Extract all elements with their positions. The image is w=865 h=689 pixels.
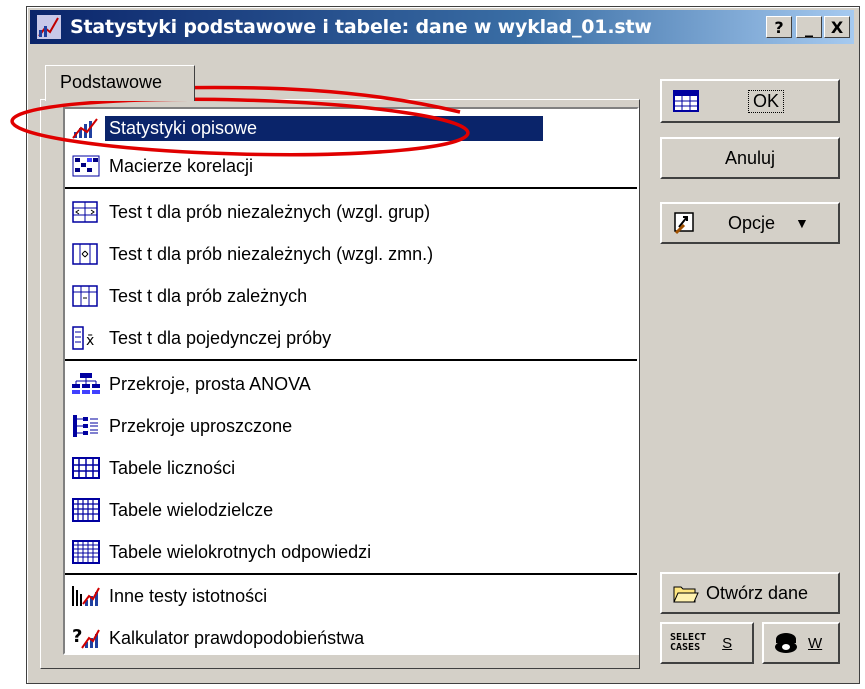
list-item-label: Macierze korelacji [109,155,254,176]
list-item-label: Tabele liczności [109,457,236,478]
list-item-label: Statystyki opisowe [104,114,544,142]
list-item-label: Inne testy istotności [109,585,268,606]
ttest-variables-icon [72,243,98,265]
list-item-przekroje-uproszczone[interactable]: Przekroje uproszczone [67,407,635,445]
list-item-label: Przekroje, prosta ANOVA [109,373,311,394]
crosstab-icon [72,498,100,522]
list-item-macierze-korelacji[interactable]: Macierze korelacji [67,147,635,185]
options-button[interactable]: Opcje ▼ [660,202,840,244]
folder-open-icon [673,586,699,603]
tab-podstawowe[interactable]: Podstawowe [45,65,195,101]
group-separator [65,187,637,189]
spreadsheet-icon [673,90,699,112]
list-item-tabele-licznosci[interactable]: Tabele liczności [67,449,635,487]
cancel-button-label: Anuluj [724,147,776,168]
multiple-response-icon [72,540,100,564]
list-item-test-t-grup[interactable]: Test t dla prób niezależnych (wzgl. grup… [67,193,635,231]
select-cases-key: S [722,634,733,652]
list-item-kalkulator[interactable]: ? Kalkulator prawdopodobieństwa [67,619,635,657]
group-separator [65,359,637,361]
list-item-tabele-wielodzielcze[interactable]: Tabele wielodzielcze [67,491,635,529]
breakdown-simple-icon [73,415,98,437]
open-data-button-label: Otwórz dane [706,582,809,603]
ok-button-label: OK [748,89,785,113]
list-item-label: Test t dla prób niezależnych (wzgl. zmn.… [109,243,434,264]
open-data-button[interactable]: Otwórz dane [660,572,840,614]
list-item-label: Test t dla pojedynczej próby [109,327,332,348]
weight-icon [775,633,797,653]
dropdown-arrow-icon: ▼ [795,215,809,231]
dialog-window: Statystyki podstawowe i tabele: dane w w… [26,6,860,684]
list-item-label: Tabele wielokrotnych odpowiedzi [109,541,372,562]
select-cases-icon: SELECT CASES [670,633,706,653]
close-button[interactable]: X [824,16,850,38]
title-bar[interactable]: Statystyki podstawowe i tabele: dane w w… [30,10,854,44]
select-cases-line2: CASES [670,642,701,653]
ok-button[interactable]: OK [660,79,840,123]
list-item-label: Tabele wielodzielcze [109,499,274,520]
list-item-test-t-zmn[interactable]: Test t dla prób niezależnych (wzgl. zmn.… [67,235,635,273]
window-title: Statystyki podstawowe i tabele: dane w w… [70,16,652,38]
statistica-app-icon [37,15,61,39]
breakdown-anova-icon [72,373,100,394]
ttest-dependent-icon [72,285,98,307]
svg-text:x̄: x̄ [86,333,94,349]
select-cases-button[interactable]: SELECT CASES S [660,622,754,664]
minimize-button[interactable]: _ [796,16,822,38]
list-item-inne-testy[interactable]: Inne testy istotności [67,577,635,615]
list-item-label: Kalkulator prawdopodobieństwa [109,627,365,648]
list-item-przekroje-anova[interactable]: Przekroje, prosta ANOVA [67,365,635,403]
weight-button[interactable]: W [762,622,840,664]
list-item-label: Przekroje uproszczone [109,415,293,436]
list-item-test-t-zaleznych[interactable]: Test t dla prób zależnych [67,277,635,315]
descriptive-stats-icon [72,118,98,139]
correlation-matrix-icon [72,155,100,177]
list-item-label: Test t dla prób zależnych [109,285,308,306]
list-item-label: Test t dla prób niezależnych (wzgl. grup… [109,201,431,222]
svg-text:?: ? [72,626,82,647]
group-separator [65,573,637,575]
probability-calculator-icon: ? [72,626,100,649]
list-item-statystyki-opisowe[interactable]: Statystyki opisowe [67,109,635,147]
ttest-groups-icon [72,201,98,223]
weight-key: W [808,634,823,652]
options-icon [674,212,694,235]
ttest-single-icon: x̄ [72,326,94,350]
list-item-tabele-wielokrotnych[interactable]: Tabele wielokrotnych odpowiedzi [67,533,635,571]
list-item-test-t-pojedynczej[interactable]: x̄ Test t dla pojedynczej próby [67,319,635,357]
options-button-label: Opcje [728,212,776,233]
analysis-list[interactable]: Statystyki opisowe Macierze korelacji Te… [63,107,639,655]
other-tests-icon [72,586,100,606]
frequency-table-icon [72,457,100,479]
cancel-button[interactable]: Anuluj [660,137,840,179]
help-button[interactable]: ? [766,16,792,38]
